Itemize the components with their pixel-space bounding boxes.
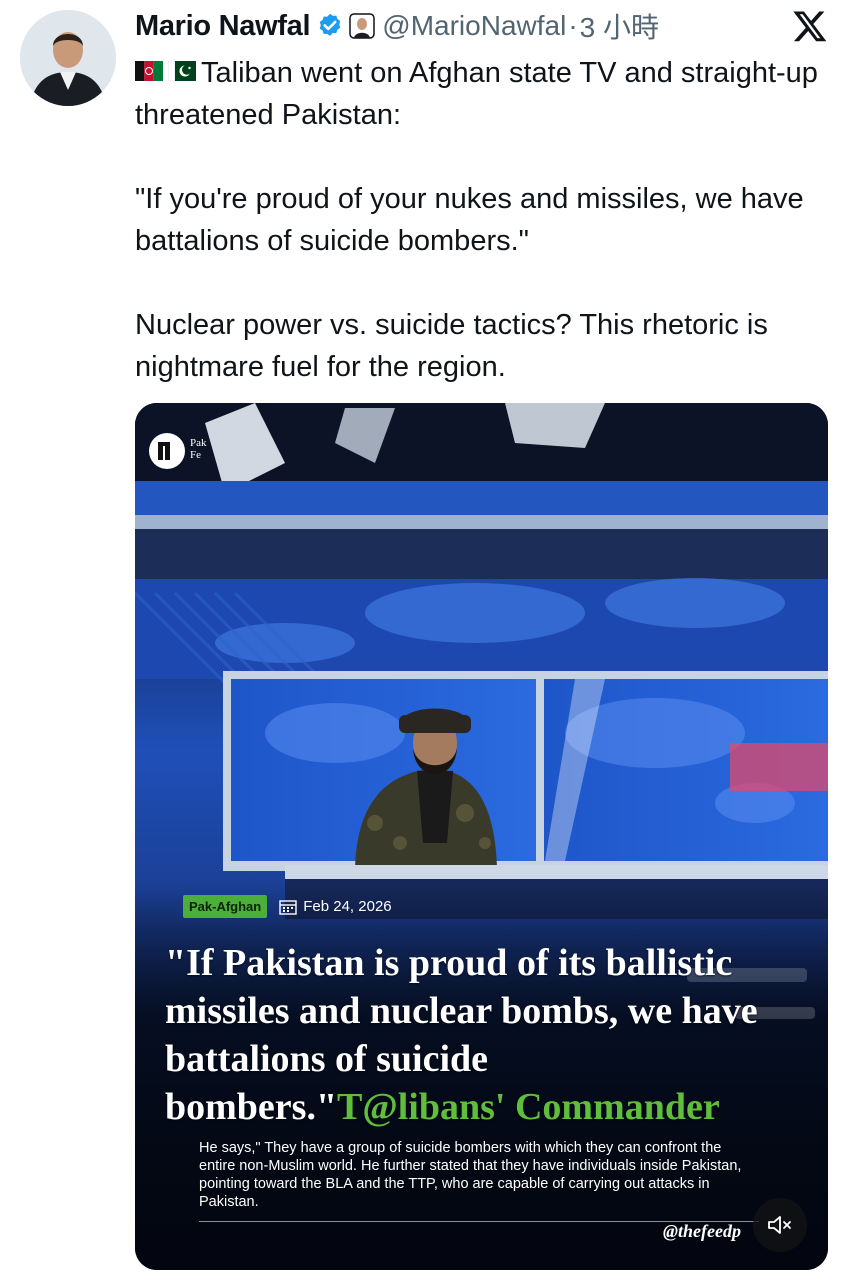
video-date: Feb 24, 2026 xyxy=(303,898,392,915)
speaker-muted-icon xyxy=(768,1216,791,1234)
overlay-caption: He says," They have a group of suicide b… xyxy=(199,1140,742,1210)
category-tag: Pak-Afghan xyxy=(183,895,268,918)
author-handle[interactable]: @MarioNawfal xyxy=(382,10,566,42)
tweet-header: Mario Nawfal @MarioNawfal · 3 小時 xyxy=(135,6,835,46)
avatar-image xyxy=(20,10,116,106)
separator-dot: · xyxy=(568,10,578,41)
tweet-text-line-1: Taliban went on Afghan state TV and stra… xyxy=(135,57,818,131)
tag-row: Pak-Afghan Feb 24, 2026 xyxy=(183,895,392,918)
affiliate-badge-icon xyxy=(349,13,376,39)
avatar[interactable] xyxy=(20,10,116,106)
tweet-time[interactable]: 3 小時 xyxy=(580,6,659,46)
afghanistan-flag-icon xyxy=(135,61,163,82)
calendar-icon xyxy=(279,899,297,915)
channel-logo-icon xyxy=(158,442,170,460)
author-name[interactable]: Mario Nawfal xyxy=(135,10,311,43)
tweet-media-video[interactable]: Pak Fe Pak-Afghan Feb 24, 2026 "If Pakis… xyxy=(135,403,828,1270)
tweet-text-line-3: Nuclear power vs. suicide tactics? This … xyxy=(135,309,768,383)
tweet-body: Taliban went on Afghan state TV and stra… xyxy=(135,52,835,388)
overlay-quote: "If Pakistan is proud of its ballistic m… xyxy=(165,939,815,1131)
mute-toggle-button[interactable] xyxy=(753,1198,807,1252)
x-logo-icon[interactable] xyxy=(792,8,828,44)
channel-logo-text: Pak Fe xyxy=(190,437,207,461)
pakistan-flag-icon xyxy=(168,61,196,82)
tweet-line-1: Taliban went on Afghan state TV and stra… xyxy=(135,52,835,136)
verified-badge-icon xyxy=(320,13,341,36)
source-watermark: @thefeedp xyxy=(663,1221,741,1241)
channel-logo xyxy=(149,433,185,469)
quote-attribution: T@libans' Commander xyxy=(337,1086,720,1128)
tweet-text-line-2: "If you're proud of your nukes and missi… xyxy=(135,183,804,257)
